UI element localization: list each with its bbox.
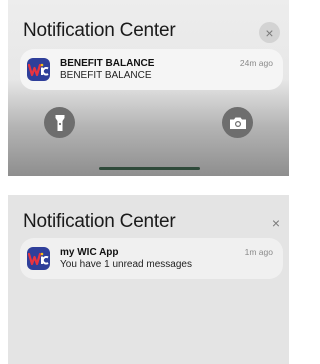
clear-notifications-button[interactable]: × <box>259 22 280 43</box>
clear-notifications-button[interactable]: × <box>268 215 284 231</box>
notification-center-screen: Notification Center × my WIC App You hav… <box>8 195 289 364</box>
notification-card[interactable]: my WIC App You have 1 unread messages 1m… <box>20 238 283 279</box>
lock-screen-notification-center: Notification Center × BENEFIT BALANCE BE… <box>8 0 289 176</box>
notification-time: 1m ago <box>244 247 273 257</box>
wic-app-icon <box>27 247 50 270</box>
notification-center-title: Notification Center <box>23 211 176 232</box>
wic-logo-icon <box>28 252 49 265</box>
home-indicator[interactable] <box>99 167 200 170</box>
notification-center-title: Notification Center <box>23 20 176 41</box>
notification-card[interactable]: BENEFIT BALANCE BENEFIT BALANCE 24m ago <box>20 49 283 90</box>
wic-logo-icon <box>28 63 49 76</box>
close-icon: × <box>265 24 274 41</box>
camera-icon <box>229 117 246 129</box>
close-icon: × <box>271 215 281 231</box>
wic-app-icon <box>27 58 50 81</box>
notification-title: my WIC App <box>60 247 119 258</box>
notification-body: BENEFIT BALANCE <box>60 70 152 81</box>
notification-title: BENEFIT BALANCE <box>60 58 155 69</box>
flashlight-button[interactable] <box>44 107 75 138</box>
flashlight-icon <box>55 114 64 131</box>
camera-button[interactable] <box>222 107 253 138</box>
notification-body: You have 1 unread messages <box>60 259 192 270</box>
notification-time: 24m ago <box>239 58 273 68</box>
